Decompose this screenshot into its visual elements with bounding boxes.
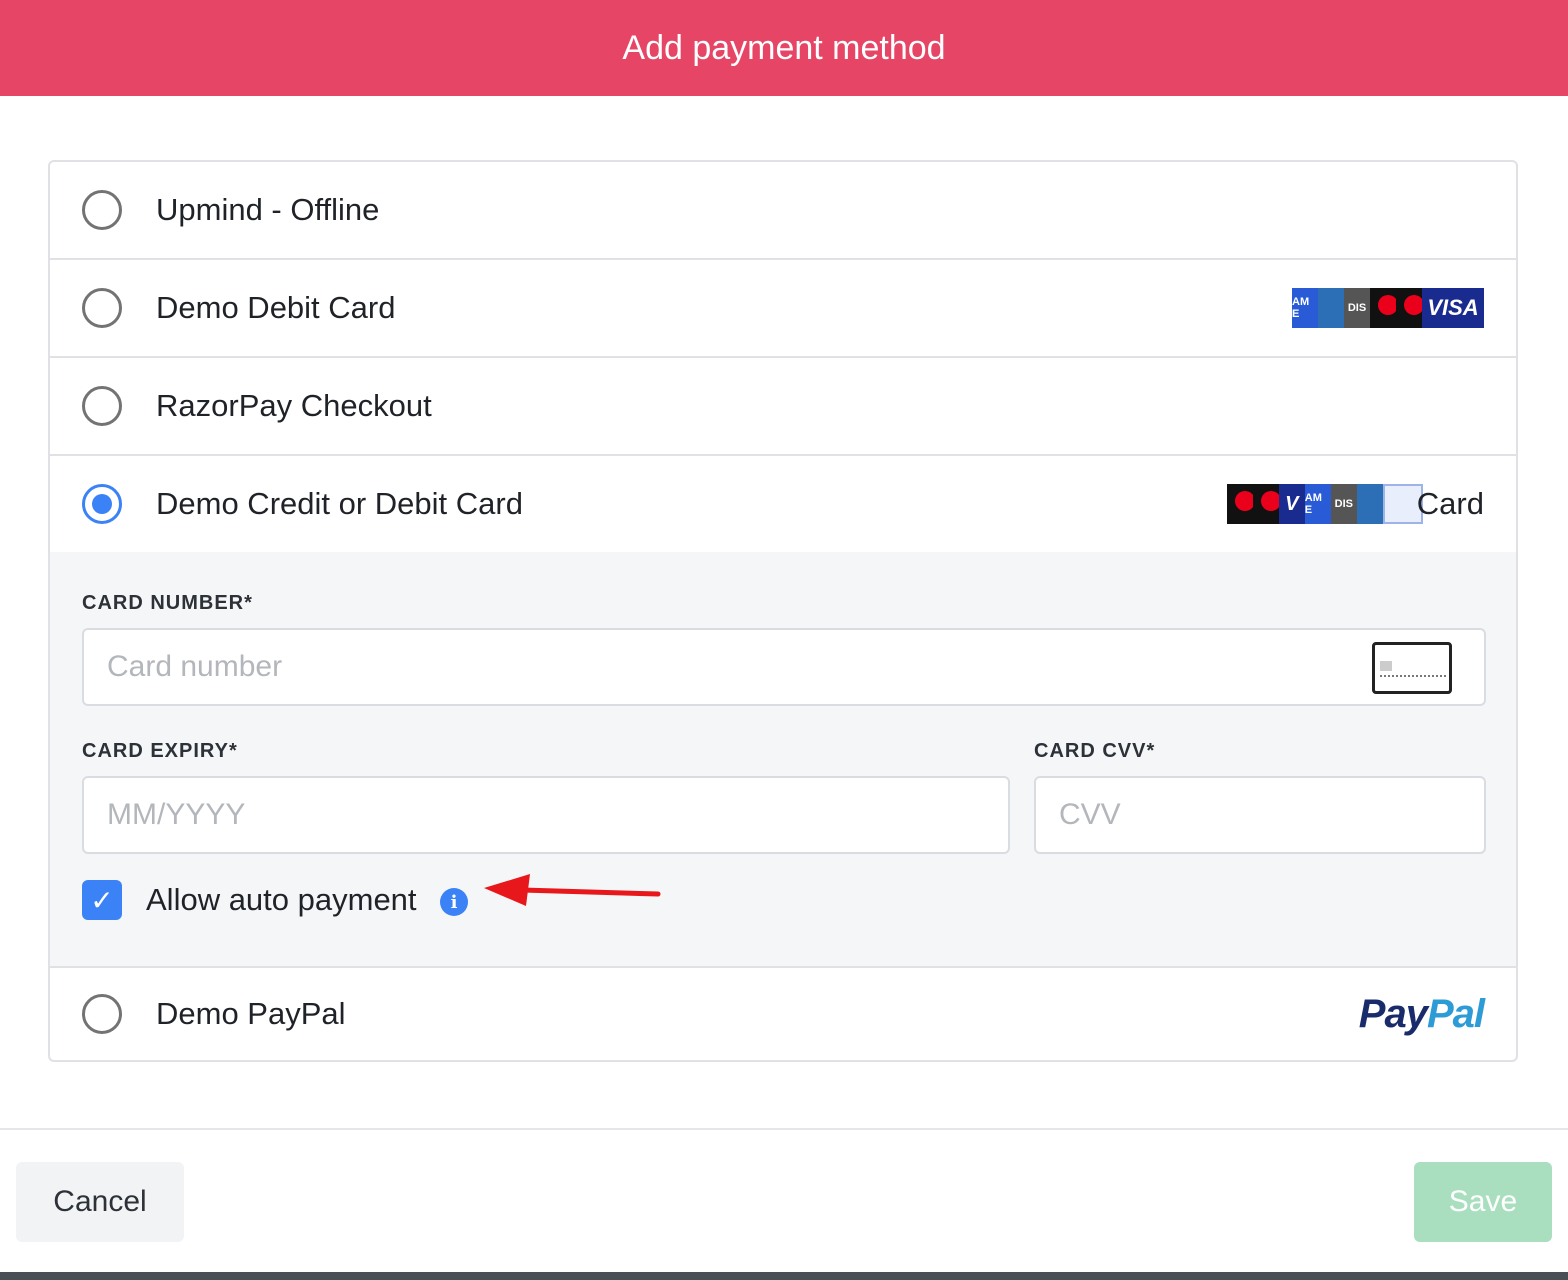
method-row-upmind-offline[interactable]: Upmind - Offline xyxy=(50,162,1516,260)
discover-icon: DIS xyxy=(1330,484,1357,524)
auto-payment-checkbox[interactable]: ✓ xyxy=(82,880,122,920)
cancel-button[interactable]: Cancel xyxy=(16,1162,184,1242)
mastercard-icon xyxy=(1226,484,1253,524)
auto-payment-label: Allow auto payment xyxy=(146,882,417,917)
card-number-input[interactable]: Card number xyxy=(82,628,1486,706)
card-expiry-label: CARD EXPIRY* xyxy=(82,740,238,762)
red-arrow-annotation xyxy=(484,874,661,906)
modal-title: Add payment method xyxy=(622,28,946,67)
diners-club-icon xyxy=(1356,484,1383,524)
card-number-placeholder: Card number xyxy=(107,650,283,683)
bottom-bar xyxy=(0,1272,1568,1280)
amex-icon: AM E xyxy=(1304,484,1331,524)
card-expiry-placeholder: MM/YYYY xyxy=(107,798,246,831)
card-brands: V AM E DIS Card xyxy=(1226,484,1484,524)
card-cvv-placeholder: CVV xyxy=(1059,798,1121,831)
card-expiry-input[interactable]: MM/YYYY xyxy=(82,776,1010,854)
maestro-icon xyxy=(1252,484,1279,524)
card-alt-text: Card xyxy=(1416,486,1484,521)
visa-icon: VISA xyxy=(1422,288,1484,328)
maestro-icon xyxy=(1396,288,1422,328)
radio-upmind-offline[interactable] xyxy=(82,190,122,230)
method-label: Demo Debit Card xyxy=(156,290,396,325)
paypal-logo: PayPal xyxy=(1358,991,1485,1036)
mastercard-icon xyxy=(1370,288,1396,328)
modal-header: Add payment method xyxy=(0,0,1568,96)
info-icon[interactable]: i xyxy=(440,888,468,916)
method-row-demo-debit-card[interactable]: Demo Debit Card AM E DIS VISA xyxy=(50,260,1516,358)
card-details-form: CARD NUMBER* Card number CARD EXPIRY* MM… xyxy=(50,552,1516,968)
payment-methods-panel: Upmind - Offline Demo Debit Card AM E DI… xyxy=(48,160,1518,1062)
card-brands: AM E DIS VISA xyxy=(1292,288,1484,328)
diners-club-icon xyxy=(1318,288,1344,328)
visa-icon: V xyxy=(1278,484,1305,524)
radio-demo-debit-card[interactable] xyxy=(82,288,122,328)
radio-razorpay[interactable] xyxy=(82,386,122,426)
method-label: Demo Credit or Debit Card xyxy=(156,486,523,521)
method-row-demo-credit-or-debit-card[interactable]: Demo Credit or Debit Card V AM E DIS Car… xyxy=(50,456,1516,552)
radio-demo-credit-or-debit-card[interactable] xyxy=(82,484,122,524)
method-row-demo-paypal[interactable]: Demo PayPal PayPal xyxy=(50,966,1516,1060)
save-button[interactable]: Save xyxy=(1414,1162,1552,1242)
method-label: Demo PayPal xyxy=(156,996,346,1031)
card-number-label: CARD NUMBER* xyxy=(82,592,253,614)
amex-icon: AM E xyxy=(1292,288,1318,328)
card-cvv-label: CARD CVV* xyxy=(1034,740,1156,762)
discover-icon: DIS xyxy=(1344,288,1370,328)
credit-card-icon xyxy=(1372,642,1452,694)
method-row-razorpay[interactable]: RazorPay Checkout xyxy=(50,358,1516,456)
footer-divider xyxy=(0,1128,1568,1130)
method-label: Upmind - Offline xyxy=(156,192,380,227)
card-cvv-input[interactable]: CVV xyxy=(1034,776,1486,854)
radio-demo-paypal[interactable] xyxy=(82,994,122,1034)
method-label: RazorPay Checkout xyxy=(156,388,432,423)
